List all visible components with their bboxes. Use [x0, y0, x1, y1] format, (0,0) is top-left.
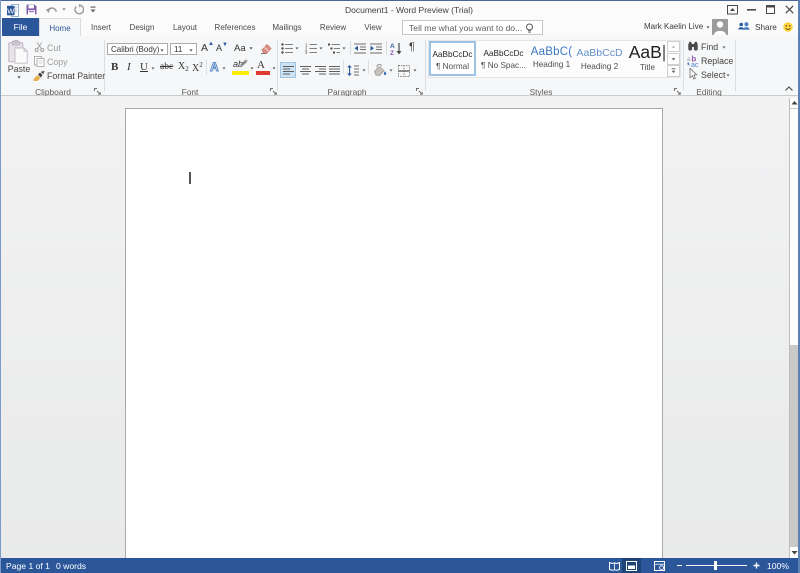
svg-text:ac: ac [691, 62, 699, 67]
svg-text:W: W [7, 6, 15, 15]
svg-text:Z: Z [390, 50, 394, 55]
svg-text:3: 3 [305, 50, 308, 54]
svg-text:A: A [390, 43, 395, 50]
